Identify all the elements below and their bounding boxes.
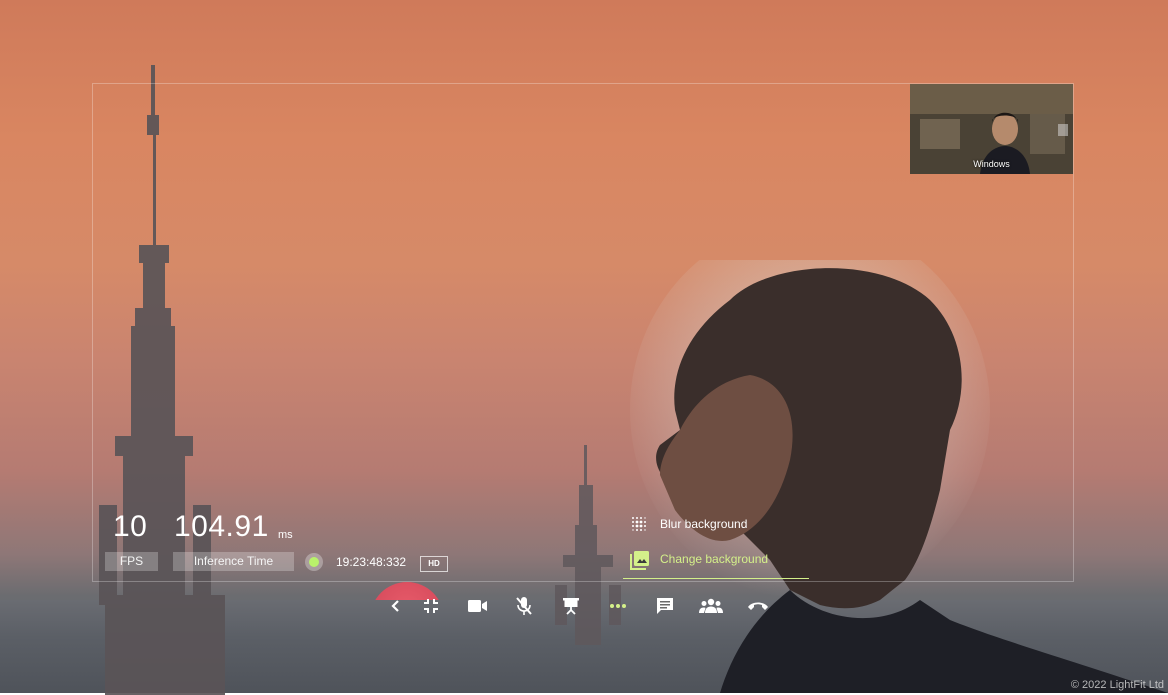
clock: 19:23:48:332 <box>336 555 407 569</box>
inference-time-unit: ms <box>278 529 293 541</box>
self-view-thumbnail[interactable]: Windows <box>910 84 1073 174</box>
hang-up-icon <box>748 602 768 610</box>
camera-button[interactable] <box>466 594 490 618</box>
active-menu-underline <box>623 578 809 579</box>
inference-time-label: Inference Time <box>173 552 294 571</box>
more-icon <box>610 604 626 608</box>
present-button[interactable] <box>559 594 583 618</box>
menu-item-label: Change background <box>660 552 769 566</box>
present-icon <box>563 598 579 615</box>
image-icon <box>630 550 649 570</box>
collapse-button[interactable] <box>384 594 408 618</box>
fps-label: FPS <box>105 552 158 571</box>
mute-button[interactable] <box>512 594 536 618</box>
exit-fullscreen-icon <box>424 599 438 613</box>
inference-time-value: 104.91 <box>174 510 269 543</box>
more-options-button[interactable] <box>606 594 630 618</box>
menu-item-blur-background[interactable]: Blur background <box>630 515 747 533</box>
menu-item-label: Blur background <box>660 517 748 531</box>
exit-fullscreen-button[interactable] <box>419 594 443 618</box>
fps-value: 10 <box>113 510 148 543</box>
participants-button[interactable] <box>699 594 723 618</box>
camera-icon <box>468 600 487 612</box>
hd-badge: HD <box>420 556 448 572</box>
menu-item-change-background[interactable]: Change background <box>630 550 769 570</box>
participants-icon <box>699 598 723 613</box>
status-indicator <box>305 553 323 571</box>
chat-icon <box>657 598 673 614</box>
self-view-label: Windows <box>973 159 1010 169</box>
chat-button[interactable] <box>653 594 677 618</box>
copyright-watermark: © 2022 LightFit Ltd <box>1070 679 1164 691</box>
blur-icon <box>630 515 648 533</box>
hang-up-button[interactable] <box>746 594 770 618</box>
mic-off-icon <box>516 597 532 615</box>
chevron-left-icon <box>391 600 399 612</box>
